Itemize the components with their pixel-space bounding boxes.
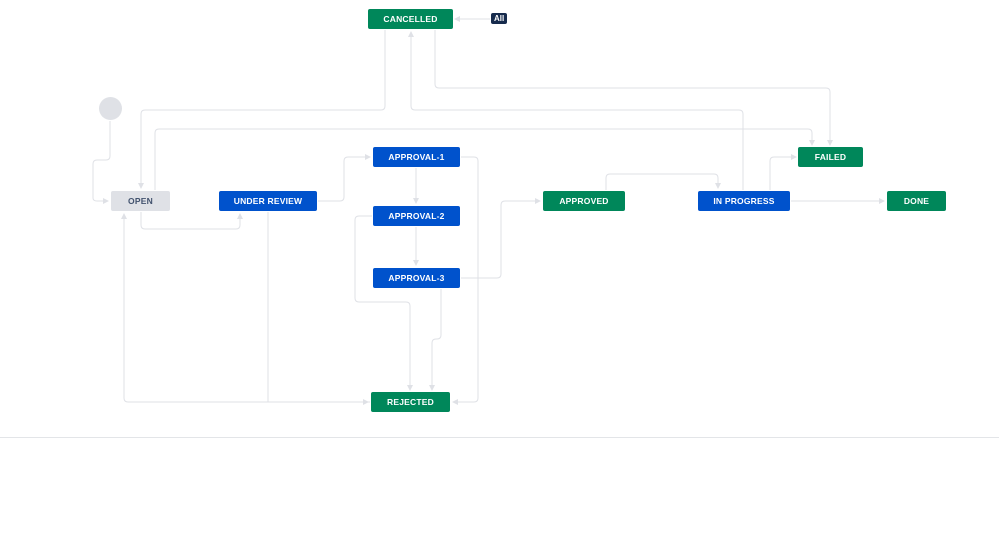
status-failed[interactable]: FAILED	[798, 147, 863, 167]
transition-arrows	[92, 16, 885, 405]
status-approval-2[interactable]: APPROVAL-2	[373, 206, 460, 226]
status-approval-3[interactable]: APPROVAL-3	[373, 268, 460, 288]
edge-approval3-rejected	[429, 289, 442, 391]
edge-inprogress-failed	[769, 154, 797, 190]
status-rejected[interactable]: REJECTED	[371, 392, 450, 412]
status-open[interactable]: OPEN	[111, 191, 170, 211]
edge-open-underreview	[140, 212, 243, 230]
status-approval-1[interactable]: APPROVAL-1	[373, 147, 460, 167]
edge-underreview-rejected	[267, 212, 369, 405]
start-node[interactable]	[99, 97, 122, 120]
edge-cancelled-failed	[434, 30, 833, 146]
status-under-review[interactable]: UNDER REVIEW	[219, 191, 317, 211]
status-in-progress[interactable]: IN PROGRESS	[698, 191, 790, 211]
status-cancelled[interactable]: CANCELLED	[368, 9, 453, 29]
status-approved[interactable]: APPROVED	[543, 191, 625, 211]
edge-approval3-approved	[461, 198, 541, 279]
edge-cancelled-open	[138, 30, 386, 189]
edge-open-failed	[154, 128, 815, 190]
status-done[interactable]: DONE	[887, 191, 946, 211]
edge-underreview-approval1	[318, 154, 371, 202]
edge-approval2-rejected	[354, 215, 413, 391]
all-transition-badge[interactable]: All	[491, 13, 508, 24]
edge-rejected-open	[121, 213, 370, 403]
edge-approved-inprogress	[605, 173, 721, 190]
edge-inprogress-cancelled	[408, 31, 744, 190]
edge-start-open	[92, 121, 111, 204]
